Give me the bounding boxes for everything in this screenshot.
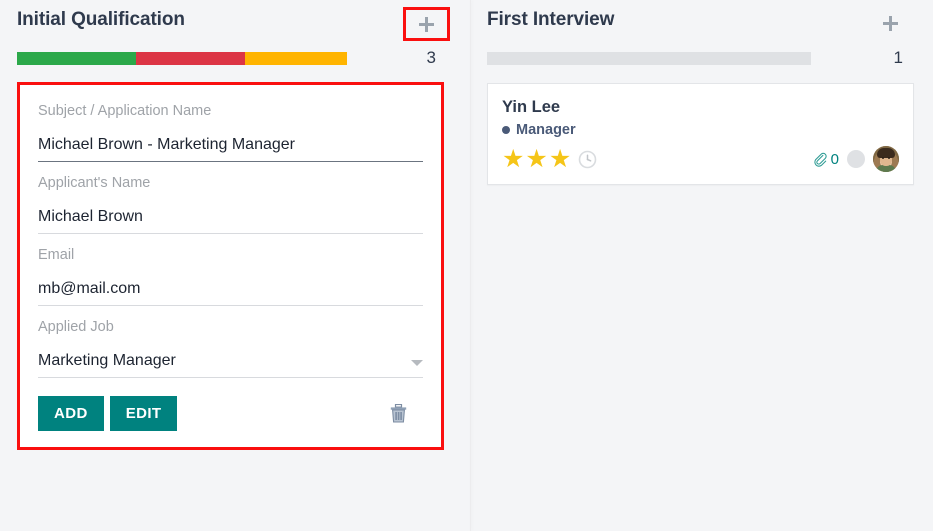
applicant-tag: Manager (502, 122, 899, 138)
chevron-down-icon (411, 360, 423, 366)
stage-progress-bar (487, 52, 811, 65)
field-input-row[interactable]: Michael Brown (38, 207, 423, 234)
column-header: First Interview (484, 0, 919, 44)
applicant-card[interactable]: Yin Lee Manager ★ ★ ★ (487, 83, 914, 185)
star-icon[interactable]: ★ (525, 147, 547, 172)
clock-icon[interactable] (578, 150, 597, 169)
applied-job-value: Marketing Manager (38, 351, 176, 371)
form-highlight-box: Subject / Application Name Michael Brown… (17, 82, 444, 450)
field-input-row[interactable]: Michael Brown - Marketing Manager (38, 135, 423, 162)
applied-job-select[interactable]: Marketing Manager (38, 351, 423, 378)
column-initial-qualification: Initial Qualification 3 (0, 0, 470, 531)
field-subject-application-name: Subject / Application Name Michael Brown… (38, 101, 423, 164)
applicants-name-input[interactable]: Michael Brown (38, 207, 143, 227)
progress-segment-red (136, 52, 245, 65)
star-icon[interactable]: ★ (502, 147, 524, 172)
form-button-group: ADD EDIT (38, 396, 177, 431)
add-card-button[interactable] (877, 10, 903, 36)
column-progress-row: 1 (484, 44, 919, 72)
column-title: First Interview (484, 9, 614, 31)
progress-segment-empty (487, 52, 811, 65)
avatar[interactable] (873, 146, 899, 172)
add-button[interactable]: ADD (38, 396, 104, 431)
field-label: Applied Job (38, 317, 423, 351)
attachment-count: 0 (831, 151, 839, 168)
tag-label: Manager (516, 122, 576, 138)
attachments[interactable]: 0 (812, 151, 839, 168)
stage-progress-bar (17, 52, 347, 65)
field-email: Email mb@mail.com (38, 245, 423, 308)
add-button-highlight (403, 7, 450, 41)
form-actions: ADD EDIT (38, 396, 423, 435)
card-meta: 0 (812, 146, 899, 172)
progress-segment-green (17, 52, 136, 65)
card-footer: ★ ★ ★ (502, 146, 899, 172)
field-label: Subject / Application Name (38, 101, 423, 135)
avatar-hair (877, 148, 895, 158)
star-icon[interactable]: ★ (549, 147, 571, 172)
tag-dot-icon (502, 126, 510, 134)
column-header: Initial Qualification (14, 0, 456, 44)
column-count: 1 (894, 48, 903, 68)
new-record-form: Subject / Application Name Michael Brown… (20, 85, 441, 447)
column-title: Initial Qualification (14, 9, 185, 31)
field-applicants-name: Applicant's Name Michael Brown (38, 173, 423, 236)
applicant-name: Yin Lee (502, 96, 899, 118)
rating-stars[interactable]: ★ ★ ★ (502, 147, 597, 172)
field-label: Applicant's Name (38, 173, 423, 207)
plus-icon (882, 15, 899, 32)
field-applied-job: Applied Job Marketing Manager (38, 317, 423, 380)
plus-icon (418, 16, 435, 33)
column-count: 3 (427, 48, 436, 68)
column-progress-row: 3 (14, 44, 456, 72)
progress-segment-orange (245, 52, 347, 65)
delete-button[interactable] (390, 404, 407, 423)
edit-button[interactable]: EDIT (110, 396, 178, 431)
trash-icon (390, 404, 407, 423)
field-label: Email (38, 245, 423, 279)
paperclip-icon (812, 151, 829, 168)
kanban-board: Initial Qualification 3 (0, 0, 933, 531)
column-first-interview: First Interview 1 Yin Lee Manager (470, 0, 933, 531)
new-record-form-wrapper: Subject / Application Name Michael Brown… (17, 82, 444, 450)
avatar-eye (888, 157, 890, 159)
avatar-shirt (876, 165, 896, 172)
field-input-row[interactable]: mb@mail.com (38, 279, 423, 306)
empty-circle-icon[interactable] (847, 150, 865, 168)
email-input[interactable]: mb@mail.com (38, 279, 140, 299)
add-card-button[interactable] (414, 11, 440, 37)
avatar-eye (882, 157, 884, 159)
subject-application-name-input[interactable]: Michael Brown - Marketing Manager (38, 135, 295, 155)
column-divider (470, 0, 471, 531)
